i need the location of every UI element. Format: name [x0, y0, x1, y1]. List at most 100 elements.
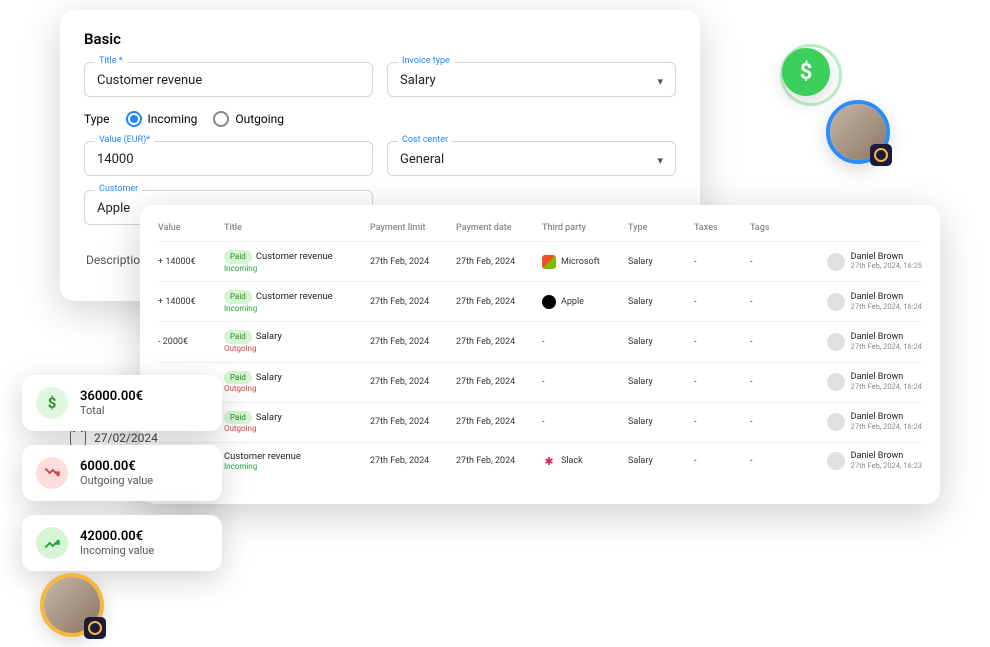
summary-outgoing-card: 6000.00€ Outgoing value: [22, 445, 222, 501]
direction-label: Outgoing: [224, 344, 364, 354]
section-title: Basic: [84, 30, 676, 48]
cell-payment-date: 27th Feb, 2024: [456, 456, 536, 466]
table-row[interactable]: + 14000€ PaidCustomer revenueIncoming 27th…: [158, 281, 922, 321]
direction-label: Incoming: [224, 304, 364, 314]
radio-incoming[interactable]: Incoming: [126, 111, 198, 127]
title-value: Customer revenue: [97, 73, 360, 88]
table-row[interactable]: Customer revenueIncoming27th Feb, 202427…: [158, 442, 922, 480]
invoice-type-select[interactable]: Invoice type Salary: [387, 62, 676, 97]
th-third-party: Third party: [542, 223, 622, 233]
direction-label: Outgoing: [224, 384, 364, 394]
third-party-cell: Slack: [542, 454, 622, 468]
value-field[interactable]: Value (EUR)* 14000: [84, 141, 373, 176]
author-cell: Daniel Brown27th Feb, 2024, 16:24: [827, 373, 922, 391]
third-party-cell: Microsoft: [542, 255, 622, 269]
cell-title: PaidSalaryOutgoing: [224, 411, 364, 434]
invoice-type-value: Salary: [400, 73, 663, 88]
direction-label: Incoming: [224, 264, 364, 274]
direction-label: Outgoing: [224, 424, 364, 434]
th-tags: Tags: [750, 223, 810, 233]
customer-label: Customer: [95, 184, 142, 194]
cell-value: + 14000€: [158, 297, 218, 307]
value-value: 14000: [97, 152, 360, 167]
third-party-cell: -: [542, 337, 622, 347]
cell-taxes: -: [694, 456, 744, 466]
radio-outgoing[interactable]: Outgoing: [213, 111, 284, 127]
cell-tags: -: [750, 257, 810, 267]
direction-label: Incoming: [224, 462, 364, 472]
th-taxes: Taxes: [694, 223, 744, 233]
cell-payment-limit: 27th Feb, 2024: [370, 257, 450, 267]
cell-payment-date: 27th Feb, 2024: [456, 417, 536, 427]
cost-center-select[interactable]: Cost center General: [387, 141, 676, 176]
th-payment-date: Payment date: [456, 223, 536, 233]
th-title: Title: [224, 223, 364, 233]
cell-tags: -: [750, 337, 810, 347]
cell-payment-limit: 27th Feb, 2024: [370, 417, 450, 427]
cell-payment-date: 27th Feb, 2024: [456, 257, 536, 267]
table-row[interactable]: + 14000€ PaidCustomer revenueIncoming 27th…: [158, 241, 922, 281]
cell-type: Salary: [628, 297, 688, 307]
type-label: Type: [84, 112, 110, 126]
author-cell: Daniel Brown27th Feb, 2024, 16:23: [827, 452, 922, 470]
table-body: + 14000€ PaidCustomer revenueIncoming 27th…: [158, 241, 922, 480]
cell-tags: -: [750, 297, 810, 307]
third-party-cell: -: [542, 417, 622, 427]
transactions-table-card: Value Title Payment limit Payment date T…: [140, 205, 940, 504]
cell-title: PaidCustomer revenueIncoming: [224, 290, 364, 313]
author-cell: Daniel Brown27th Feb, 2024, 16:24: [827, 333, 922, 351]
author-cell: Daniel Brown27th Feb, 2024, 16:25: [827, 253, 922, 271]
incoming-amount: 42000.00€: [80, 529, 154, 544]
cost-center-label: Cost center: [398, 135, 452, 145]
badge-icon: [870, 144, 892, 166]
outgoing-label: Outgoing value: [80, 474, 153, 487]
incoming-label: Incoming value: [80, 544, 154, 557]
cell-taxes: -: [694, 337, 744, 347]
cell-title: PaidCustomer revenueIncoming: [224, 250, 364, 273]
table-header-row: Value Title Payment limit Payment date T…: [158, 219, 922, 241]
microsoft-logo-icon: [542, 255, 556, 269]
trend-up-icon: [36, 527, 68, 559]
third-party-cell: Apple: [542, 295, 622, 309]
slack-logo-icon: [542, 454, 556, 468]
cell-payment-date: 27th Feb, 2024: [456, 297, 536, 307]
avatar-icon: [827, 373, 845, 391]
cell-payment-limit: 27th Feb, 2024: [370, 297, 450, 307]
table-row[interactable]: - 2000€PaidSalaryOutgoing27th Feb, 20242…: [158, 402, 922, 442]
cell-title: PaidSalaryOutgoing: [224, 330, 364, 353]
th-payment-limit: Payment limit: [370, 223, 450, 233]
cell-value: - 2000€: [158, 337, 218, 347]
status-badge: Paid: [224, 250, 252, 264]
th-value: Value: [158, 223, 218, 233]
badge-icon: [84, 617, 106, 639]
dollar-icon: $: [36, 387, 68, 419]
status-badge: Paid: [224, 290, 252, 304]
author-cell: Daniel Brown27th Feb, 2024, 16:24: [827, 413, 922, 431]
summary-incoming-card: 42000.00€ Incoming value: [22, 515, 222, 571]
cell-payment-limit: 27th Feb, 2024: [370, 337, 450, 347]
summary-total-card: $ 36000.00€ Total: [22, 375, 222, 431]
title-label: Title *: [95, 56, 127, 66]
cell-tags: -: [750, 417, 810, 427]
status-badge: Paid: [224, 371, 252, 385]
cell-type: Salary: [628, 456, 688, 466]
cell-taxes: -: [694, 377, 744, 387]
cell-value: + 14000€: [158, 257, 218, 267]
table-row[interactable]: - 2000€PaidSalaryOutgoing27th Feb, 20242…: [158, 321, 922, 361]
cell-taxes: -: [694, 257, 744, 267]
table-row[interactable]: - 2000€PaidSalaryOutgoing27th Feb, 20242…: [158, 362, 922, 402]
date-chip: 27/02/2024: [70, 430, 158, 446]
status-badge: Paid: [224, 330, 252, 344]
third-party-cell: -: [542, 377, 622, 387]
apple-logo-icon: [542, 295, 556, 309]
avatar-user-2: [40, 573, 104, 637]
date-value: 27/02/2024: [94, 431, 158, 445]
cell-taxes: -: [694, 417, 744, 427]
avatar-icon: [827, 452, 845, 470]
cell-type: Salary: [628, 257, 688, 267]
title-field[interactable]: Title * Customer revenue: [84, 62, 373, 97]
cell-taxes: -: [694, 297, 744, 307]
radio-circle-icon: [213, 111, 229, 127]
calendar-icon: [70, 430, 86, 446]
invoice-type-label: Invoice type: [398, 56, 454, 66]
